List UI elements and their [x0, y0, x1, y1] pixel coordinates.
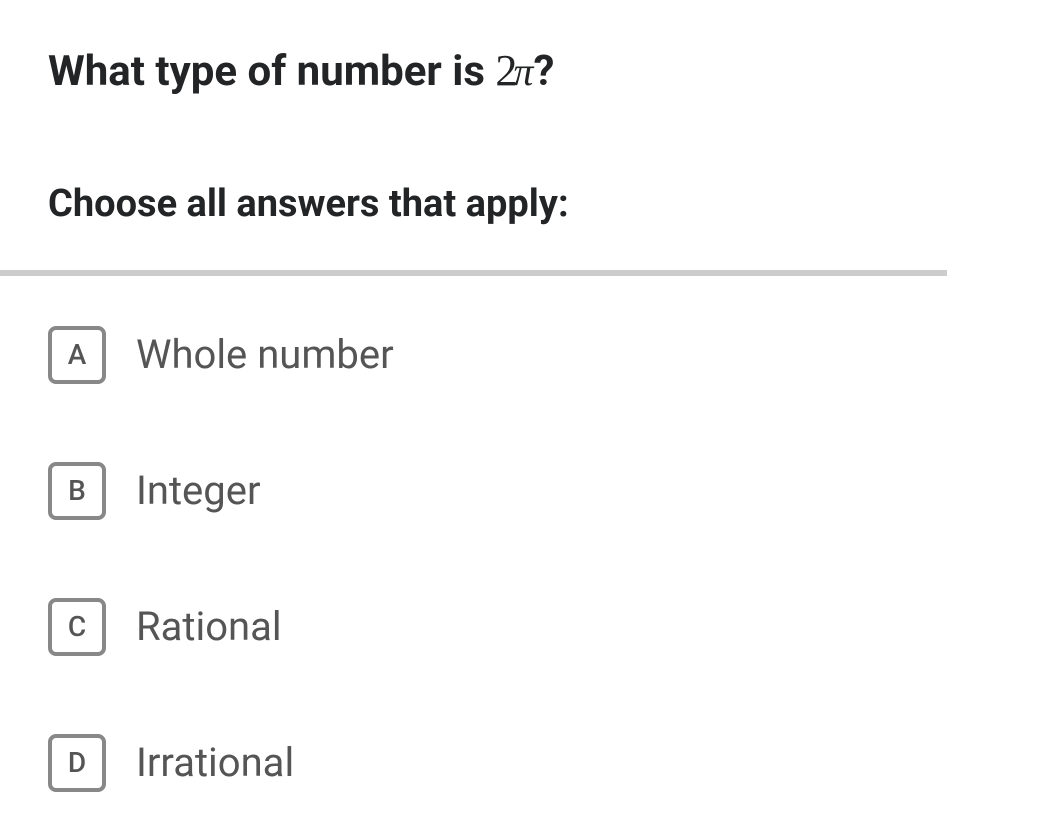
question-title: What type of number is 2π?	[48, 42, 990, 100]
option-a[interactable]: A Whole number	[48, 326, 990, 384]
option-c[interactable]: C Rational	[48, 598, 990, 656]
question-prefix: What type of number is	[48, 47, 495, 96]
option-text: Whole number	[136, 331, 394, 378]
options-list: A Whole number B Integer C Rational D Ir…	[48, 326, 990, 792]
question-container: What type of number is 2π? Choose all an…	[0, 0, 1038, 792]
option-text: Irrational	[136, 739, 294, 786]
option-d[interactable]: D Irrational	[48, 734, 990, 792]
math-pi: π	[513, 49, 533, 94]
option-letter-box: A	[48, 326, 106, 384]
question-suffix: ?	[533, 47, 554, 96]
option-text: Integer	[136, 467, 261, 514]
option-letter-box: B	[48, 462, 106, 520]
option-b[interactable]: B Integer	[48, 462, 990, 520]
option-letter-box: D	[48, 734, 106, 792]
divider	[0, 270, 947, 276]
option-text: Rational	[136, 603, 282, 650]
math-expression: 2π	[495, 49, 533, 95]
option-letter-box: C	[48, 598, 106, 656]
instruction-text: Choose all answers that apply:	[48, 182, 990, 226]
